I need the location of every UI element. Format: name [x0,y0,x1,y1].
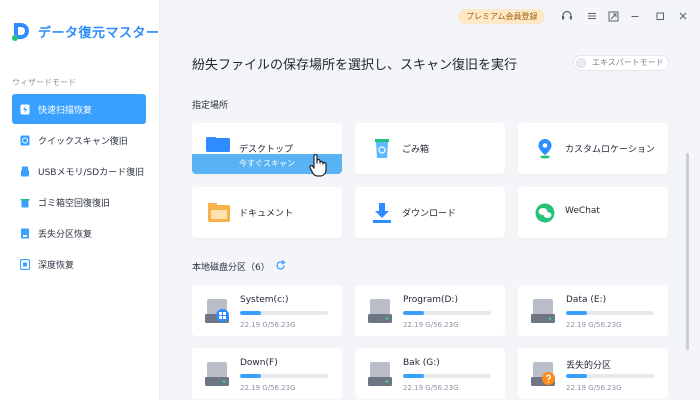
hard-drive-icon [205,362,229,386]
sidebar-item-trash[interactable]: ゴミ箱空回復復旧 [12,187,146,217]
location-card-documents[interactable]: ドキュメント [192,187,342,238]
sidebar-item-label: 丢失分区恢复 [38,229,93,240]
disk-name: 丢失的分区 [566,361,612,371]
sidebar-item-usb-sd[interactable]: USBメモリ/SDカード復旧 [12,156,146,186]
disk-usage-fill [240,311,262,315]
wechat-icon [535,203,555,223]
disk-name: Program(D:) [403,295,458,305]
disk-usage-fill [240,374,262,378]
download-icon [373,203,391,223]
local-disks-label: 本地磁盘分区（6） [192,260,270,273]
local-disks-title: 本地磁盘分区（6） [192,263,270,273]
scrollbar[interactable] [686,153,689,350]
sidebar-item-label: ゴミ箱空回復復旧 [38,198,111,209]
location-label: ドキュメント [239,209,294,219]
windows-badge-icon [216,309,229,322]
disk-usage-bar [240,374,328,378]
disk-usage-fill [566,311,588,315]
location-pin-icon [538,139,552,159]
trash-icon [20,197,30,208]
disk-card-program[interactable]: Program(D:) 22.19 G/56.23G [355,285,505,336]
deep-scan-icon [20,258,30,270]
feedback-icon[interactable] [606,9,620,23]
expert-mode-toggle[interactable]: エキスパートモード [573,55,669,71]
location-label: ダウンロード [402,209,457,219]
close-icon[interactable] [676,9,690,23]
logo-icon [12,23,29,41]
maximize-icon[interactable] [653,9,667,23]
sidebar-item-label: 快速扫描恢复 [38,105,93,116]
disk-card-system[interactable]: System(c:) 22.19 G/56.23G [192,285,342,336]
location-card-recycle-bin[interactable]: ごみ箱 [355,123,505,174]
specified-location-label: 指定場所 [192,101,229,111]
hard-drive-icon [368,299,392,323]
disk-usage-fill [403,374,425,378]
disk-usage-fill [403,311,425,315]
app-name: データ復元マスター [38,25,160,41]
disk-name: Bak (G:) [403,358,440,368]
location-card-wechat[interactable]: WeChat [518,187,668,238]
premium-button[interactable]: プレミアム会員登録 [458,9,546,24]
disk-usage-bar [566,374,654,378]
disk-usage-bar [403,311,491,315]
toggle-knob [576,58,586,68]
disk-size: 22.19 G/56.23G [566,321,622,329]
hand-cursor-icon [309,153,327,177]
bolt-icon [20,104,30,115]
title-bar: プレミアム会員登録 [160,0,700,32]
location-label: WeChat [565,206,600,216]
location-card-custom[interactable]: カスタムロケーション [518,123,668,174]
sidebar-item-quick-scan[interactable]: 快速扫描恢复 [12,94,146,124]
usb-icon [20,166,30,177]
location-label: カスタムロケーション [565,145,655,155]
disk-card-down[interactable]: Down(F) 22.19 G/56.23G [192,348,342,399]
sidebar-item-label: USBメモリ/SDカード復旧 [38,167,145,178]
disk-card-lost-partition[interactable]: 丢失的分区 22.19 G/56.23G [518,348,668,399]
refresh-icon[interactable] [275,260,286,271]
sidebar-item-label: 深度恢复 [38,260,75,271]
recycle-bin-icon [375,139,389,158]
disk-size: 22.19 G/56.23G [566,384,622,392]
disk-name: Data (E:) [566,295,607,305]
disk-card-bak[interactable]: Bak (G:) 22.19 G/56.23G [355,348,505,399]
question-badge-icon [542,372,555,385]
expert-mode-label: エキスパートモード [592,58,664,67]
disk-usage-fill [566,374,588,378]
disk-card-data[interactable]: Data (E:) 22.19 G/56.23G [518,285,668,336]
disk-size: 22.19 G/56.23G [240,384,296,392]
disk-name: System(c:) [240,295,289,305]
location-card-desktop[interactable]: デスクトップ 今すぐスキャン [192,123,342,177]
clock-icon [20,135,30,146]
partition-icon [20,228,30,239]
sidebar-item-lost-partition[interactable]: 丢失分区恢复 [12,218,146,248]
location-label: ごみ箱 [402,145,430,155]
sidebar: データ復元マスター ウィザードモード 快速扫描恢复 クイックスキャン復旧 USB… [0,0,160,400]
sidebar-item-label: クイックスキャン復旧 [38,136,128,147]
documents-folder-icon [208,203,230,222]
hard-drive-icon [531,299,555,323]
wizard-mode-label: ウィザードモード [12,78,76,87]
disk-usage-bar [240,311,328,315]
disk-name: Down(F) [240,358,278,368]
hard-drive-icon [368,362,392,386]
disk-usage-bar [403,374,491,378]
sidebar-item-quick-scan-recovery[interactable]: クイックスキャン復旧 [12,125,146,155]
location-card-downloads[interactable]: ダウンロード [355,187,505,238]
sidebar-nav: 快速扫描恢复 クイックスキャン復旧 USBメモリ/SDカード復旧 ゴミ箱空回復復… [12,94,146,280]
page-title: 紛失ファイルの保存場所を選択し、スキャン復旧を実行 [192,58,518,73]
disk-size: 22.19 G/56.23G [403,321,459,329]
disk-usage-bar [566,311,654,315]
minimize-icon[interactable] [628,9,642,23]
menu-icon[interactable] [585,9,599,23]
support-icon[interactable] [560,9,574,23]
sidebar-item-deep-scan[interactable]: 深度恢复 [12,249,146,279]
desktop-folder-icon [206,137,230,152]
disk-size: 22.19 G/56.23G [240,321,296,329]
app-logo: データ復元マスター [10,20,160,42]
disk-size: 22.19 G/56.23G [403,384,459,392]
